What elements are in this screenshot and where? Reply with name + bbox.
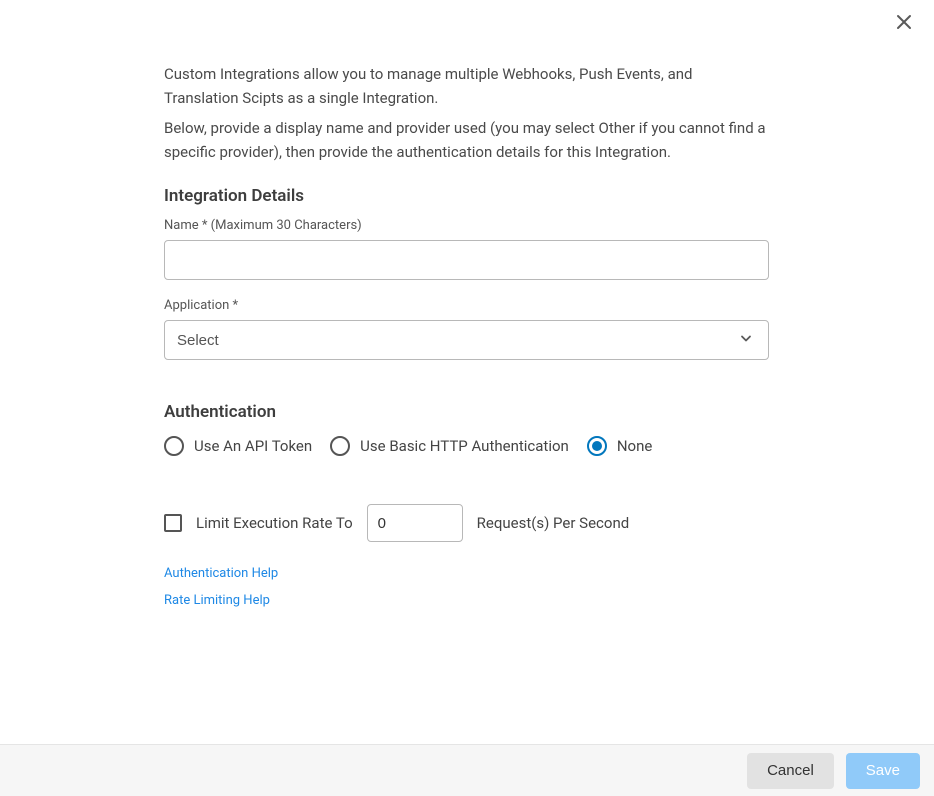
radio-icon <box>164 436 184 456</box>
name-input[interactable] <box>164 240 769 280</box>
footer-bar: Cancel Save <box>0 744 934 796</box>
save-button[interactable]: Save <box>846 753 920 789</box>
radio-none[interactable]: None <box>587 436 653 456</box>
radio-basic-http[interactable]: Use Basic HTTP Authentication <box>330 436 569 456</box>
radio-basic-http-label: Use Basic HTTP Authentication <box>360 437 569 455</box>
authentication-title: Authentication <box>164 402 769 422</box>
radio-api-token[interactable]: Use An API Token <box>164 436 312 456</box>
radio-dot-icon <box>592 441 602 451</box>
application-label: Application * <box>164 298 769 313</box>
radio-api-token-label: Use An API Token <box>194 437 312 455</box>
cancel-button[interactable]: Cancel <box>747 753 834 789</box>
name-label: Name * (Maximum 30 Characters) <box>164 218 769 233</box>
authentication-section: Authentication Use An API Token Use Basi… <box>164 402 769 608</box>
close-icon <box>896 10 912 35</box>
rate-limit-suffix: Request(s) Per Second <box>477 514 630 532</box>
integration-details-title: Integration Details <box>164 186 769 206</box>
intro-paragraph-2: Below, provide a display name and provid… <box>164 116 769 164</box>
rate-limit-label: Limit Execution Rate To <box>196 514 353 532</box>
radio-none-label: None <box>617 437 653 455</box>
rate-limiting-help-link[interactable]: Rate Limiting Help <box>164 593 769 608</box>
rate-limit-input[interactable] <box>367 504 463 542</box>
auth-radio-group: Use An API Token Use Basic HTTP Authenti… <box>164 436 769 456</box>
intro-paragraph-1: Custom Integrations allow you to manage … <box>164 62 769 110</box>
application-field-group: Application * Select <box>164 298 769 360</box>
rate-limit-row: Limit Execution Rate To Request(s) Per S… <box>164 504 769 542</box>
rate-limit-checkbox[interactable] <box>164 514 182 532</box>
close-button[interactable] <box>892 8 916 38</box>
name-field-group: Name * (Maximum 30 Characters) <box>164 218 769 280</box>
radio-icon-selected <box>587 436 607 456</box>
application-select[interactable]: Select <box>164 320 769 360</box>
modal-content: Custom Integrations allow you to manage … <box>0 0 934 608</box>
authentication-help-link[interactable]: Authentication Help <box>164 566 769 581</box>
application-select-value: Select <box>177 332 219 349</box>
radio-icon <box>330 436 350 456</box>
